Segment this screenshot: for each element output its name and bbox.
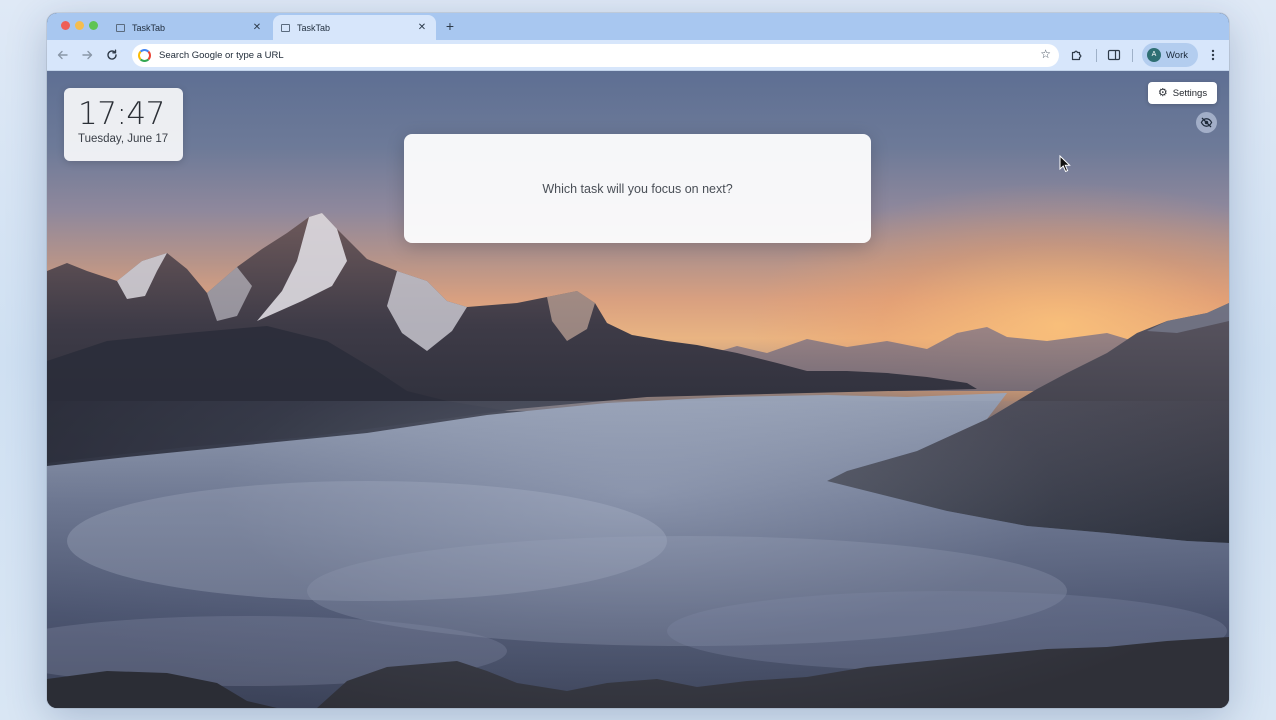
browser-window: TaskTab ✕ TaskTab ✕ + Search Google or t… bbox=[47, 13, 1229, 708]
extensions-button[interactable] bbox=[1069, 47, 1085, 63]
puzzle-icon bbox=[1071, 50, 1082, 61]
tab-title: TaskTab bbox=[297, 22, 331, 33]
tab-title: TaskTab bbox=[132, 22, 166, 33]
clock-widget: 17:47 Tuesday, June 17 bbox=[64, 88, 183, 161]
settings-label: Settings bbox=[1172, 87, 1208, 99]
avatar: A bbox=[1147, 48, 1161, 62]
profile-button[interactable]: A Work bbox=[1142, 43, 1198, 67]
forward-button[interactable] bbox=[79, 47, 95, 63]
close-tab-icon[interactable]: ✕ bbox=[251, 22, 263, 33]
side-panel-icon bbox=[1107, 49, 1121, 61]
clock-date: Tuesday, June 17 bbox=[78, 133, 169, 145]
reload-button[interactable] bbox=[104, 47, 120, 63]
folder-icon bbox=[116, 23, 125, 32]
cloud-haze bbox=[47, 401, 1229, 708]
arrow-left-icon bbox=[57, 50, 68, 60]
new-tab-button[interactable]: + bbox=[442, 18, 458, 34]
task-prompt: Which task will you focus on next? bbox=[542, 181, 733, 196]
clock-time: 17:47 bbox=[78, 96, 165, 132]
close-tab-icon[interactable]: ✕ bbox=[416, 22, 428, 33]
folder-icon bbox=[281, 23, 290, 32]
browser-toolbar: Search Google or type a URL ☆ A Work bbox=[47, 40, 1229, 71]
reload-icon bbox=[107, 49, 117, 60]
gear-icon: ⚙ bbox=[1157, 86, 1168, 99]
google-icon bbox=[138, 49, 151, 62]
settings-button[interactable]: ⚙ Settings bbox=[1148, 82, 1217, 104]
close-window-button[interactable] bbox=[61, 21, 70, 30]
tab-inactive[interactable]: TaskTab ✕ bbox=[108, 15, 271, 40]
arrow-right-icon bbox=[82, 50, 93, 60]
bookmark-star-icon[interactable]: ☆ bbox=[1040, 47, 1051, 61]
mouse-cursor-icon bbox=[1059, 155, 1071, 173]
new-tab-page: 17:47 Tuesday, June 17 Which task will y… bbox=[47, 71, 1229, 708]
browser-menu-button[interactable] bbox=[1208, 47, 1218, 63]
more-vertical-icon bbox=[1211, 49, 1215, 61]
eye-off-icon bbox=[1200, 117, 1213, 128]
window-controls bbox=[61, 21, 98, 30]
minimize-window-button[interactable] bbox=[75, 21, 84, 30]
hide-widgets-button[interactable] bbox=[1196, 112, 1217, 133]
toolbar-divider bbox=[1132, 49, 1133, 62]
toolbar-divider bbox=[1096, 49, 1097, 62]
maximize-window-button[interactable] bbox=[89, 21, 98, 30]
omnibox[interactable]: Search Google or type a URL ☆ bbox=[132, 44, 1059, 67]
omnibox-placeholder: Search Google or type a URL bbox=[159, 50, 284, 61]
tab-active[interactable]: TaskTab ✕ bbox=[273, 15, 436, 40]
side-panel-button[interactable] bbox=[1106, 47, 1122, 63]
back-button[interactable] bbox=[55, 47, 71, 63]
tab-strip: TaskTab ✕ TaskTab ✕ + bbox=[47, 13, 1229, 40]
task-input-card[interactable]: Which task will you focus on next? bbox=[404, 134, 871, 243]
profile-label: Work bbox=[1166, 49, 1188, 61]
